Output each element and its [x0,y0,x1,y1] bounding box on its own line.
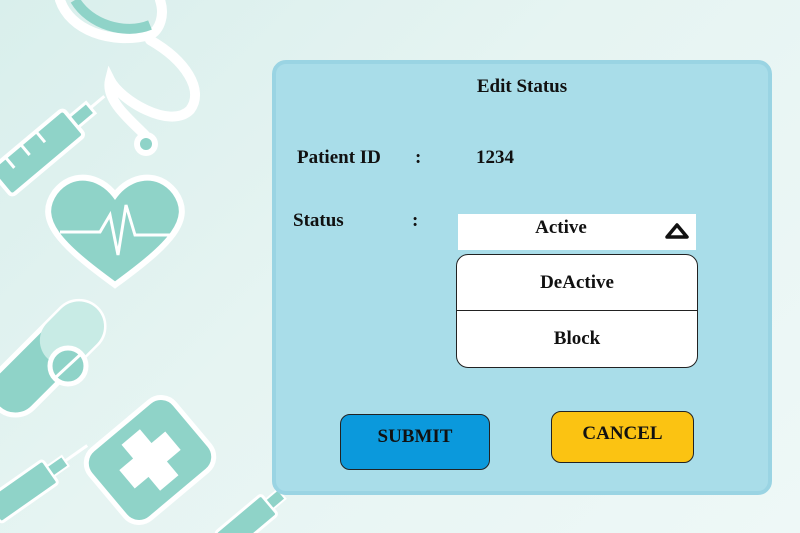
triangle-up-icon[interactable] [664,222,690,240]
cancel-button[interactable]: CANCEL [551,411,694,463]
heart-pulse-icon [45,174,185,289]
patient-id-value: 1234 [476,147,514,168]
patient-id-label: Patient ID [297,147,381,168]
status-option-deactive[interactable]: DeActive [457,255,697,310]
status-dropdown[interactable]: Active [458,214,696,250]
status-selected-value: Active [535,217,587,238]
submit-button[interactable]: SUBMIT [340,414,490,470]
medicine-bottle-icon [83,395,217,525]
status-options-list: DeActive Block [456,254,698,368]
dialog-title: Edit Status [476,76,568,97]
patient-id-separator: : [415,147,422,168]
status-option-block[interactable]: Block [457,310,697,365]
edit-status-dialog: Edit Status Patient ID : 1234 Status : A… [272,60,772,495]
status-separator: : [412,210,419,231]
status-label: Status [293,210,344,231]
